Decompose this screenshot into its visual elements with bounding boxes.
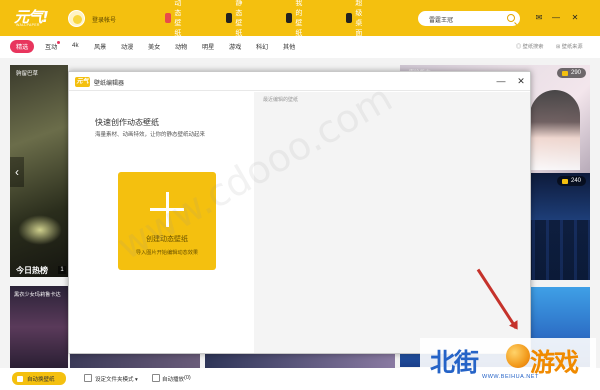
count-text: 290 xyxy=(570,70,581,76)
auto-play-count: (0) xyxy=(184,375,191,381)
video-icon xyxy=(165,13,172,23)
crown-count-badge: 240 xyxy=(556,176,586,186)
nav-dynamic-wallpaper[interactable]: 动态壁纸 xyxy=(165,0,188,37)
category-other[interactable]: 其他 xyxy=(283,42,295,51)
dialog-title: 壁纸编辑器 xyxy=(94,81,125,87)
category-bar: 精选 互动 4k 风景 动漫 美女 动物 明星 游戏 科幻 其他 ◎ 壁纸搜索 … xyxy=(0,36,600,58)
image-icon xyxy=(226,13,233,23)
category-featured[interactable]: 精选 xyxy=(10,40,35,53)
rank-badge: 1 xyxy=(58,266,66,274)
crown-icon xyxy=(561,178,568,184)
new-dot-icon xyxy=(57,41,61,44)
logo-subtext: WALLPAPER xyxy=(16,23,40,27)
create-button-subtitle: 导入图片开始编辑动态效果 xyxy=(135,250,199,256)
wallpaper-editor-dialog: 元气 壁纸编辑器 — ✕ 快速创作动态壁纸 海量素材、动画特效，让你的静态壁纸动… xyxy=(68,71,531,354)
nav-my-wallpaper[interactable]: 我的壁纸 xyxy=(286,0,309,37)
bookmark-icon xyxy=(286,13,293,23)
refresh-icon xyxy=(17,375,23,382)
category-interactive[interactable]: 互动 xyxy=(45,41,61,51)
nav-label: 静态壁纸 xyxy=(235,0,243,37)
search-box[interactable]: 雷霆王冠 xyxy=(418,11,520,26)
dialog-logo-icon: 元气 xyxy=(75,77,90,87)
close-button[interactable]: ✕ xyxy=(570,13,580,23)
search-icon[interactable] xyxy=(507,14,515,22)
brand-watermark: 北街 游戏 WWW.BEIHUA.NET xyxy=(420,338,596,388)
auto-play-toggle[interactable]: 自动播放 xyxy=(162,375,184,383)
wallpaper-source-link[interactable]: ⊞ 壁纸来源 xyxy=(556,43,583,50)
play-icon xyxy=(152,374,160,382)
avatar[interactable] xyxy=(68,10,85,27)
dialog-close-button[interactable]: ✕ xyxy=(515,75,527,87)
quick-create-title: 快速创作动态壁纸 xyxy=(95,118,159,127)
crown-icon xyxy=(561,70,568,76)
create-panel: 快速创作动态壁纸 海量素材、动画特效，让你的静态壁纸动起来 创建动态壁纸 导入图… xyxy=(69,92,254,353)
desktop-icon xyxy=(346,13,353,23)
category-4k[interactable]: 4k xyxy=(72,42,79,49)
category-animals[interactable]: 动物 xyxy=(175,42,187,51)
wallpaper-tile[interactable] xyxy=(70,353,200,368)
tile-caption: 驹留巴草 xyxy=(16,71,39,77)
tile-caption: 黑衣少女玛莉鲁卡达 xyxy=(14,292,61,298)
brand-url: WWW.BEIHUA.NET xyxy=(482,374,539,380)
nav-static-wallpaper[interactable]: 静态壁纸 xyxy=(226,0,249,37)
create-button-label: 创建动态壁纸 xyxy=(146,236,188,243)
quick-create-subtitle: 海量素材、动画特效，让你的静态壁纸动起来 xyxy=(95,132,206,138)
custom-mode-dropdown[interactable]: 设定文件夹模式 ▾ xyxy=(95,375,138,383)
brand-text-1: 北街 xyxy=(430,348,479,377)
dialog-minimize-button[interactable]: — xyxy=(495,75,507,87)
create-dynamic-wallpaper-button[interactable]: 创建动态壁纸 导入图片开始编辑动态效果 xyxy=(118,172,216,270)
auto-change-label: 自动换壁纸 xyxy=(27,376,55,383)
hot-list-label: 今日热榜 xyxy=(16,266,48,275)
avatar-face-icon xyxy=(73,15,82,24)
tile-image xyxy=(18,215,62,245)
search-input[interactable]: 雷霆王冠 xyxy=(429,15,453,24)
app-window: 元气! WALLPAPER 登录帐号 动态壁纸 静态壁纸 我的壁纸 超级桌面 雷… xyxy=(0,0,600,390)
nav-label: 动态壁纸 xyxy=(174,0,182,37)
category-scenery[interactable]: 风景 xyxy=(94,42,106,51)
wallpaper-search-link[interactable]: ◎ 壁纸搜索 xyxy=(516,43,543,50)
category-games[interactable]: 游戏 xyxy=(229,42,241,51)
basketball-icon xyxy=(506,344,530,368)
dialog-titlebar[interactable]: 元气 壁纸编辑器 — ✕ xyxy=(69,72,530,91)
app-logo[interactable]: 元气! WALLPAPER xyxy=(14,6,58,30)
recent-panel: 最近编辑的壁纸 xyxy=(254,92,530,353)
nav-super-desktop[interactable]: 超级桌面 xyxy=(346,0,369,37)
folder-icon xyxy=(84,374,92,382)
category-anime[interactable]: 动漫 xyxy=(121,42,133,51)
category-label: 互动 xyxy=(45,44,58,51)
recent-edits-label: 最近编辑的壁纸 xyxy=(263,97,299,103)
wallpaper-tile[interactable]: 黑衣少女玛莉鲁卡达 xyxy=(10,286,68,368)
login-link[interactable]: 登录帐号 xyxy=(92,15,116,24)
auto-change-button[interactable]: 自动换壁纸 xyxy=(12,372,66,385)
category-scifi[interactable]: 科幻 xyxy=(256,42,268,51)
crown-count-badge: 290 xyxy=(556,68,586,78)
count-text: 240 xyxy=(570,178,581,184)
category-beauty[interactable]: 美女 xyxy=(148,42,160,51)
nav-label: 超级桌面 xyxy=(355,0,363,37)
wallpaper-tile[interactable] xyxy=(205,353,395,368)
plus-icon-vertical xyxy=(165,192,169,227)
carousel-prev-button[interactable]: ‹ xyxy=(10,157,24,187)
message-icon[interactable]: ✉ xyxy=(534,13,544,23)
minimize-button[interactable]: — xyxy=(551,13,561,23)
category-stars[interactable]: 明星 xyxy=(202,42,214,51)
tile-image xyxy=(530,90,580,170)
nav-label: 我的壁纸 xyxy=(295,0,303,37)
top-header: 元气! WALLPAPER 登录帐号 动态壁纸 静态壁纸 我的壁纸 超级桌面 雷… xyxy=(0,0,600,37)
